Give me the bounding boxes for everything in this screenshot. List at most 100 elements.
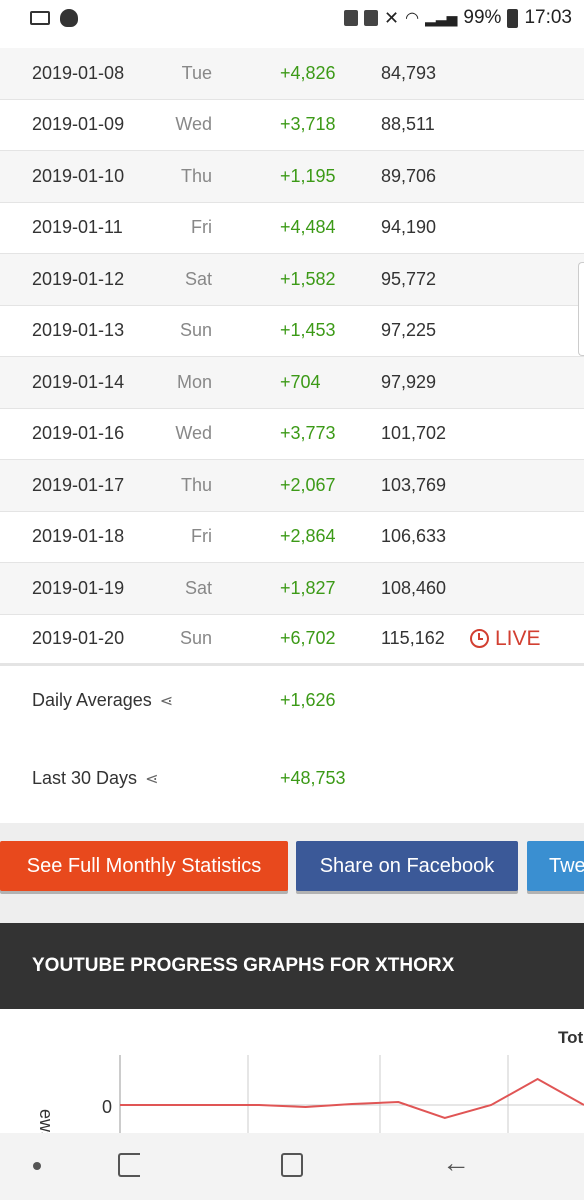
last-30-days-label: Last 30 Days bbox=[32, 768, 138, 788]
app-notification-icon bbox=[60, 9, 78, 27]
recent-apps-icon[interactable] bbox=[118, 1153, 140, 1177]
last-30-days-row: Last 30 Days ⋖ +48,753 bbox=[0, 748, 584, 808]
status-bar: ✕ ◠ ▂▃▅ 99% 17:03 bbox=[0, 0, 584, 36]
row-total: 97,225 bbox=[381, 320, 437, 341]
row-day: Fri bbox=[191, 526, 212, 547]
row-date: 2019-01-13 bbox=[32, 320, 125, 341]
recycle-icon bbox=[364, 10, 379, 26]
chart-title: Tot bbox=[558, 1028, 584, 1047]
row-delta: +3,773 bbox=[280, 423, 336, 444]
row-delta: +1,195 bbox=[280, 165, 336, 186]
row-total: 108,460 bbox=[381, 577, 447, 598]
daily-averages-value: +1,626 bbox=[280, 690, 336, 710]
row-delta: +4,826 bbox=[280, 62, 336, 83]
y-axis-label: ews bbox=[36, 1109, 56, 1133]
row-total: 106,633 bbox=[381, 526, 447, 547]
battery-icon bbox=[507, 8, 519, 28]
row-day: Fri bbox=[191, 217, 212, 238]
live-badge: LIVE bbox=[470, 627, 541, 651]
row-total: 89,706 bbox=[381, 165, 437, 186]
last-30-days-label-group: Last 30 Days ⋖ bbox=[32, 768, 158, 789]
row-day: Sun bbox=[179, 320, 212, 341]
row-date: 2019-01-20 bbox=[32, 628, 125, 649]
table-row: 2019-01-19 Sat +1,827 108,460 bbox=[0, 563, 584, 615]
graphs-section-header: YOUTUBE PROGRESS GRAPHS FOR XTHORX bbox=[0, 923, 584, 1009]
table-row: 2019-01-14 Mon +704 97,929 bbox=[0, 357, 584, 409]
see-monthly-statistics-button[interactable]: See Full Monthly Statistics bbox=[0, 841, 288, 891]
row-day: Thu bbox=[180, 474, 212, 495]
graphs-heading: YOUTUBE PROGRESS GRAPHS FOR XTHORX bbox=[32, 955, 455, 976]
row-delta: +4,484 bbox=[280, 217, 336, 238]
nav-dot-icon[interactable] bbox=[33, 1162, 41, 1170]
table-row: 2019-01-08 Tue +4,826 84,793 bbox=[0, 48, 584, 100]
back-icon[interactable]: ← bbox=[442, 1147, 470, 1179]
row-delta: +3,718 bbox=[280, 114, 336, 135]
row-total: 115,162 bbox=[381, 628, 445, 649]
signal-icon: ▂▃▅ bbox=[425, 9, 458, 26]
daily-averages-label-group: Daily Averages ⋖ bbox=[32, 690, 173, 711]
table-row: 2019-01-11 Fri +4,484 94,190 bbox=[0, 203, 584, 254]
clock-time: 17:03 bbox=[524, 7, 572, 28]
row-date: 2019-01-14 bbox=[32, 371, 125, 392]
table-row: 2019-01-16 Wed +3,773 101,702 bbox=[0, 409, 584, 460]
battery-percent: 99% bbox=[463, 7, 502, 28]
row-total: 103,769 bbox=[381, 474, 447, 495]
row-date: 2019-01-12 bbox=[32, 268, 125, 289]
table-row: 2019-01-10 Thu +1,195 89,706 bbox=[0, 151, 584, 203]
daily-stats-table: 2019-01-08 Tue +4,826 84,793 2019-01-09 … bbox=[0, 48, 584, 666]
table-row: 2019-01-09 Wed +3,718 88,511 bbox=[0, 100, 584, 151]
daily-averages-row: Daily Averages ⋖ +1,626 bbox=[0, 670, 584, 730]
wifi-icon: ◠ bbox=[405, 10, 420, 27]
row-day: Sun bbox=[179, 628, 212, 649]
row-delta: +2,864 bbox=[280, 526, 336, 547]
row-day: Wed bbox=[175, 114, 212, 135]
screen-cast-icon bbox=[30, 11, 50, 25]
row-total: 95,772 bbox=[381, 268, 437, 289]
live-label: LIVE bbox=[495, 626, 541, 650]
row-delta: +6,702 bbox=[280, 628, 336, 649]
y-tick-label: 0 bbox=[102, 1097, 112, 1117]
progress-graph: Tot ews 0 bbox=[0, 1009, 584, 1141]
row-delta: +1,582 bbox=[280, 268, 336, 289]
table-row: 2019-01-20 Sun +6,702 115,162 LIVE bbox=[0, 615, 584, 666]
series-total bbox=[120, 1077, 584, 1120]
clock-icon bbox=[470, 629, 489, 649]
row-date: 2019-01-11 bbox=[32, 217, 123, 238]
row-total: 88,511 bbox=[381, 114, 435, 135]
scrollbar-thumb[interactable] bbox=[578, 262, 584, 356]
row-day: Tue bbox=[181, 62, 212, 83]
table-row: 2019-01-12 Sat +1,582 95,772 bbox=[0, 254, 584, 306]
row-date: 2019-01-18 bbox=[32, 526, 125, 547]
row-day: Mon bbox=[176, 371, 212, 392]
daily-averages-label: Daily Averages bbox=[32, 690, 152, 710]
row-date: 2019-01-09 bbox=[32, 114, 125, 135]
row-date: 2019-01-19 bbox=[32, 577, 125, 598]
table-row: 2019-01-17 Thu +2,067 103,769 bbox=[0, 460, 584, 512]
row-day: Sat bbox=[184, 268, 212, 289]
share-facebook-button[interactable]: Share on Facebook bbox=[296, 841, 518, 891]
row-day: Thu bbox=[180, 165, 212, 186]
series-line bbox=[120, 1077, 584, 1120]
row-total: 101,702 bbox=[381, 423, 447, 444]
line-chart: Tot ews 0 bbox=[36, 1028, 584, 1141]
home-icon[interactable] bbox=[281, 1153, 303, 1177]
row-date: 2019-01-17 bbox=[32, 474, 125, 495]
row-delta: +704 bbox=[280, 371, 321, 392]
row-day: Wed bbox=[175, 423, 212, 444]
alarm-icon bbox=[344, 10, 359, 26]
table-row: 2019-01-13 Sun +1,453 97,225 bbox=[0, 306, 584, 357]
row-date: 2019-01-10 bbox=[32, 165, 125, 186]
table-row: 2019-01-18 Fri +2,864 106,633 bbox=[0, 512, 584, 563]
share-icon[interactable]: ⋖ bbox=[160, 691, 173, 711]
row-delta: +1,827 bbox=[280, 577, 336, 598]
row-total: 97,929 bbox=[381, 371, 437, 392]
row-total: 94,190 bbox=[381, 217, 437, 238]
row-total: 84,793 bbox=[381, 62, 437, 83]
mute-icon: ✕ bbox=[384, 7, 400, 28]
row-day: Sat bbox=[184, 577, 212, 598]
android-navigation-bar: ← bbox=[0, 1133, 584, 1200]
tweet-button[interactable]: Twe bbox=[527, 841, 584, 891]
row-delta: +1,453 bbox=[280, 320, 336, 341]
share-icon[interactable]: ⋖ bbox=[145, 769, 158, 789]
row-date: 2019-01-16 bbox=[32, 423, 125, 444]
